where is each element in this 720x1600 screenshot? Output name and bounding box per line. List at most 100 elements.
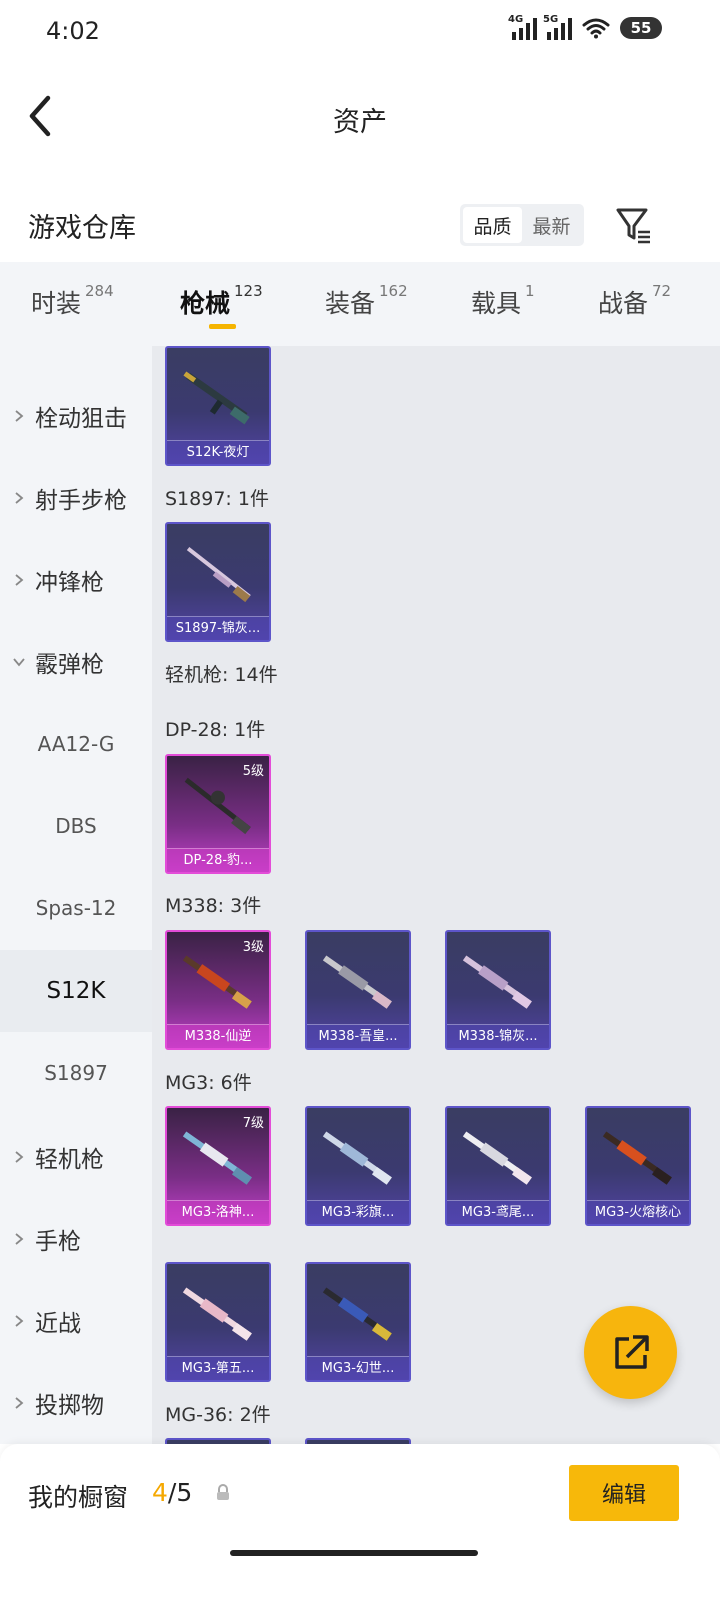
sidebar-item-label: 栓动狙击	[35, 406, 127, 432]
item-card[interactable]: 7级 MG3-洛神...	[165, 1106, 271, 1226]
tab-label: 装备	[325, 289, 376, 318]
sidebar-item-label: 近战	[35, 1311, 81, 1337]
item-name: MG3-幻世...	[307, 1356, 409, 1380]
sidebar-subitem-s1897[interactable]: S1897	[0, 1032, 152, 1114]
sidebar-subitem-aa12g[interactable]: AA12-G	[0, 703, 152, 785]
tab-count: 284	[85, 282, 114, 300]
wifi-icon	[582, 18, 610, 39]
sort-toggle: 品质 最新	[460, 204, 584, 246]
sidebar-item-melee[interactable]: 近战	[0, 1280, 152, 1362]
share-button[interactable]	[584, 1306, 677, 1399]
item-level: 5级	[242, 764, 264, 779]
rifle-icon	[183, 371, 250, 425]
item-level: 7级	[242, 1116, 264, 1131]
item-card[interactable]: MG3-火熔核心	[585, 1106, 691, 1226]
edit-button[interactable]: 编辑	[569, 1465, 679, 1521]
item-card[interactable]: MG3-幻世...	[305, 1262, 411, 1382]
warehouse-header: 游戏仓库 品质 最新	[0, 190, 720, 260]
network-4g-label: 4G	[508, 14, 524, 25]
item-name: S12K-夜灯	[167, 440, 269, 464]
showcase-count: 4/5	[152, 1478, 192, 1507]
status-icons: 4G 5G 55	[508, 14, 662, 40]
showcase-current: 4	[152, 1478, 168, 1507]
tab-label: 枪械	[180, 289, 231, 318]
tab-count: 123	[234, 282, 263, 300]
sort-newest-button[interactable]: 最新	[522, 207, 581, 243]
warehouse-title: 游戏仓库	[28, 213, 136, 244]
home-indicator[interactable]	[230, 1550, 478, 1556]
group-label: DP-28: 1件	[165, 719, 266, 741]
group-label: MG3: 6件	[165, 1072, 252, 1094]
item-card[interactable]: M338-吾皇...	[305, 930, 411, 1050]
lock-icon	[217, 1484, 229, 1500]
filter-icon[interactable]	[612, 202, 656, 246]
page-header: 资产	[0, 64, 720, 174]
chevron-right-icon	[15, 1315, 24, 1327]
item-card[interactable]: MG3-鸢尾...	[445, 1106, 551, 1226]
item-card[interactable]: S1897-锦灰...	[165, 522, 271, 642]
sidebar-item-marksman-rifle[interactable]: 射手步枪	[0, 457, 152, 539]
chevron-right-icon	[15, 410, 24, 422]
sidebar-item-label: 霰弹枪	[35, 652, 104, 678]
item-name: MG3-洛神...	[167, 1200, 269, 1224]
item-card[interactable]: MG3-第五...	[165, 1262, 271, 1382]
signal-icon: 5G	[543, 14, 572, 40]
machine-gun-icon	[322, 1287, 392, 1341]
sidebar-item-label: 射手步枪	[35, 488, 127, 514]
external-link-icon	[614, 1334, 649, 1369]
chevron-right-icon	[15, 492, 24, 504]
tab-gear[interactable]: 战备 72	[598, 282, 672, 320]
item-level: 3级	[242, 940, 264, 955]
shotgun-icon	[186, 547, 251, 603]
machine-gun-icon	[462, 955, 532, 1009]
item-name: MG3-鸢尾...	[447, 1200, 549, 1224]
machine-gun-icon	[322, 955, 392, 1009]
tab-count: 72	[652, 282, 672, 300]
sidebar-item-lmg[interactable]: 轻机枪	[0, 1116, 152, 1198]
sidebar-item-pistol[interactable]: 手枪	[0, 1198, 152, 1280]
machine-gun-icon	[182, 955, 252, 1009]
status-time: 4:02	[46, 17, 100, 45]
category-tabs: 时装 284 枪械 123 装备 162 载具 1 战备 72	[0, 262, 720, 346]
sidebar-item-label: 手枪	[35, 1229, 81, 1255]
tab-fashion[interactable]: 时装 284	[31, 282, 114, 320]
sidebar-item-smg[interactable]: 冲锋枪	[0, 539, 152, 621]
item-card[interactable]: M338-锦灰...	[445, 930, 551, 1050]
item-name: M338-锦灰...	[447, 1024, 549, 1048]
machine-gun-icon	[462, 1131, 532, 1185]
sidebar-subitem-dbs[interactable]: DBS	[0, 785, 152, 867]
item-name: MG3-火熔核心	[587, 1200, 689, 1224]
chevron-right-icon	[15, 1397, 24, 1409]
item-grid: S12K-夜灯 S1897: 1件 S1897-锦灰... 轻机枪: 14件 D…	[152, 346, 720, 1444]
chevron-down-icon	[13, 658, 25, 667]
item-card[interactable]: 3级 M338-仙逆	[165, 930, 271, 1050]
tab-equipment[interactable]: 装备 162	[325, 282, 408, 320]
sidebar-item-label: 轻机枪	[35, 1147, 104, 1173]
sidebar-subitem-s12k[interactable]: S12K	[0, 950, 152, 1032]
item-card[interactable]: MG3-彩旗...	[305, 1106, 411, 1226]
signal-icon: 4G	[508, 14, 537, 40]
machine-gun-icon	[184, 777, 251, 835]
tab-label: 战备	[598, 289, 649, 318]
tab-firearms[interactable]: 枪械 123	[180, 282, 263, 320]
item-name: MG3-第五...	[167, 1356, 269, 1380]
sidebar-item-bolt-sniper[interactable]: 栓动狙击	[0, 375, 152, 457]
sidebar-item-shotgun[interactable]: 霰弹枪	[0, 621, 152, 703]
tab-vehicles[interactable]: 载具 1	[471, 282, 535, 320]
group-label: S1897: 1件	[165, 488, 269, 510]
machine-gun-icon	[602, 1131, 672, 1185]
item-name: DP-28-豹...	[167, 848, 269, 872]
item-card[interactable]: S12K-夜灯	[165, 346, 271, 466]
machine-gun-icon	[182, 1287, 252, 1341]
showcase-bar: 我的橱窗 4/5 编辑	[0, 1444, 720, 1600]
group-label: MG-36: 2件	[165, 1404, 271, 1426]
sort-quality-button[interactable]: 品质	[463, 207, 522, 243]
battery-indicator: 55	[620, 17, 662, 39]
item-name: S1897-锦灰...	[167, 616, 269, 640]
sidebar-item-throwable[interactable]: 投掷物	[0, 1362, 152, 1444]
chevron-right-icon	[15, 1233, 24, 1245]
item-card[interactable]: 5级 DP-28-豹...	[165, 754, 271, 874]
machine-gun-icon	[322, 1131, 392, 1185]
tab-count: 162	[379, 282, 408, 300]
sidebar-subitem-spas12[interactable]: Spas-12	[0, 867, 152, 949]
